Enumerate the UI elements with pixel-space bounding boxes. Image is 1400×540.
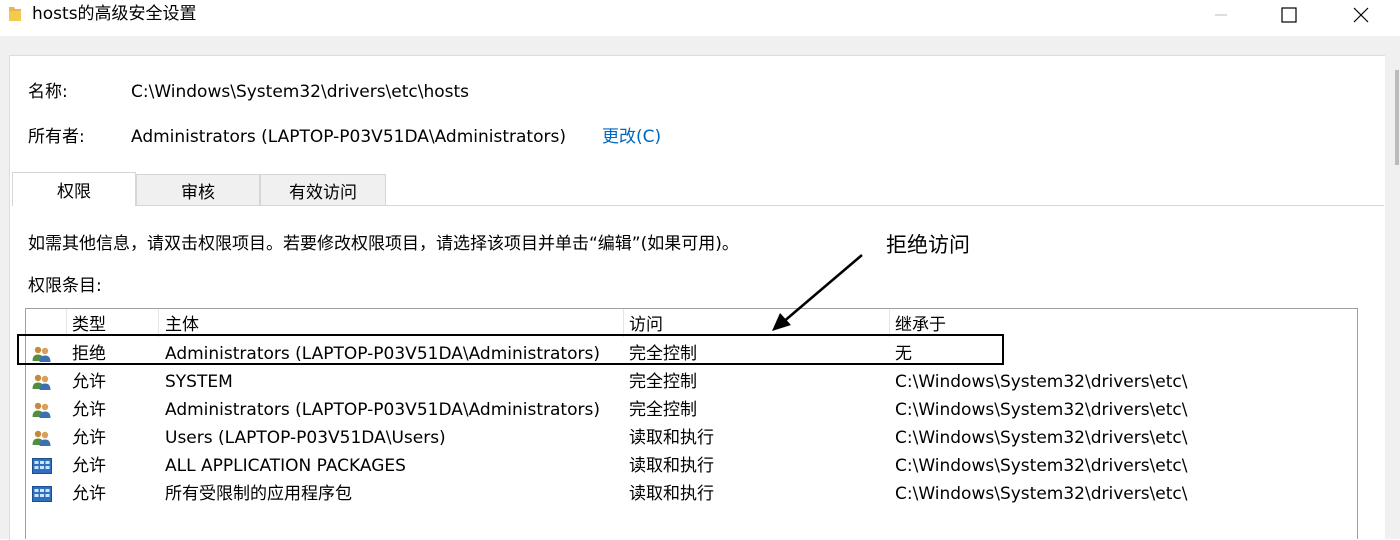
row-principal: ALL APPLICATION PACKAGES — [165, 456, 406, 476]
permission-entries-label: 权限条目: — [28, 276, 102, 296]
name-label: 名称: — [28, 82, 68, 102]
row-access: 完全控制 — [629, 372, 697, 392]
permission-row[interactable]: 允许 Users (LAPTOP-P03V51DA\Users) 读取和执行 C… — [26, 424, 1357, 452]
row-inherited-from: C:\Windows\System32\drivers\etc\ — [895, 456, 1188, 476]
row-type: 允许 — [72, 400, 106, 420]
window-title: hosts的高级安全设置 — [32, 4, 197, 24]
column-separator — [158, 309, 159, 337]
permission-row[interactable]: 允许 所有受限制的应用程序包 读取和执行 C:\Windows\System32… — [26, 480, 1357, 508]
permission-row[interactable]: 允许 Administrators (LAPTOP-P03V51DA\Admin… — [26, 396, 1357, 424]
close-button[interactable] — [1338, 0, 1384, 30]
tab-auditing-label: 审核 — [181, 182, 215, 203]
owner-label: 所有者: — [28, 127, 85, 147]
row-inherited-from: C:\Windows\System32\drivers\etc\ — [895, 428, 1188, 448]
tab-auditing[interactable]: 审核 — [136, 174, 260, 205]
row-principal: SYSTEM — [165, 372, 233, 392]
users-icon — [32, 374, 51, 390]
row-type: 允许 — [72, 372, 106, 392]
scrollbar-thumb[interactable] — [1395, 70, 1399, 165]
users-icon — [32, 430, 51, 446]
tab-strip-border — [12, 205, 1384, 206]
app-packages-icon — [32, 486, 52, 502]
column-separator — [889, 309, 890, 337]
users-icon — [32, 402, 51, 418]
row-type: 允许 — [72, 428, 106, 448]
maximize-icon — [1281, 7, 1297, 23]
name-value: C:\Windows\System32\drivers\etc\hosts — [131, 82, 470, 102]
column-header-inherited-from[interactable]: 继承于 — [895, 314, 946, 336]
close-icon — [1353, 7, 1369, 23]
title-bar: hosts的高级安全设置 — [0, 0, 1400, 32]
app-packages-icon — [32, 458, 52, 474]
tab-effective-access[interactable]: 有效访问 — [260, 174, 386, 205]
row-access: 读取和执行 — [629, 428, 714, 448]
row-principal: Administrators (LAPTOP-P03V51DA\Administ… — [165, 400, 600, 420]
row-inherited-from: C:\Windows\System32\drivers\etc\ — [895, 484, 1188, 504]
tab-permissions-label: 权限 — [57, 182, 91, 202]
minimize-icon — [1215, 14, 1227, 16]
annotation-label: 拒绝访问 — [886, 233, 970, 257]
highlight-box — [17, 334, 1004, 365]
column-header-access[interactable]: 访问 — [629, 314, 663, 336]
minimize-button[interactable] — [1198, 0, 1244, 30]
column-separator — [66, 309, 67, 337]
permissions-hint: 如需其他信息，请双击权限项目。若要修改权限项目，请选择该项目并单击“编辑”(如果… — [28, 234, 739, 254]
row-type: 允许 — [72, 484, 106, 504]
column-separator — [623, 309, 624, 337]
row-inherited-from: C:\Windows\System32\drivers\etc\ — [895, 372, 1188, 392]
row-principal: Users (LAPTOP-P03V51DA\Users) — [165, 428, 446, 448]
permission-row[interactable]: 允许 SYSTEM 完全控制 C:\Windows\System32\drive… — [26, 368, 1357, 396]
change-owner-link[interactable]: 更改(C) — [602, 126, 661, 148]
owner-value: Administrators (LAPTOP-P03V51DA\Administ… — [131, 127, 566, 147]
row-access: 读取和执行 — [629, 484, 714, 504]
row-inherited-from: C:\Windows\System32\drivers\etc\ — [895, 400, 1188, 420]
row-access: 读取和执行 — [629, 456, 714, 476]
maximize-button[interactable] — [1266, 0, 1312, 30]
tab-permissions[interactable]: 权限 — [12, 172, 136, 206]
column-header-type[interactable]: 类型 — [72, 314, 106, 336]
row-type: 允许 — [72, 456, 106, 476]
column-header-principal[interactable]: 主体 — [165, 314, 199, 336]
row-access: 完全控制 — [629, 400, 697, 420]
tab-effective-access-label: 有效访问 — [289, 182, 357, 203]
row-principal: 所有受限制的应用程序包 — [165, 484, 352, 504]
folder-icon — [9, 7, 21, 21]
permission-row[interactable]: 允许 ALL APPLICATION PACKAGES 读取和执行 C:\Win… — [26, 452, 1357, 480]
annotation-arrow — [772, 254, 863, 331]
